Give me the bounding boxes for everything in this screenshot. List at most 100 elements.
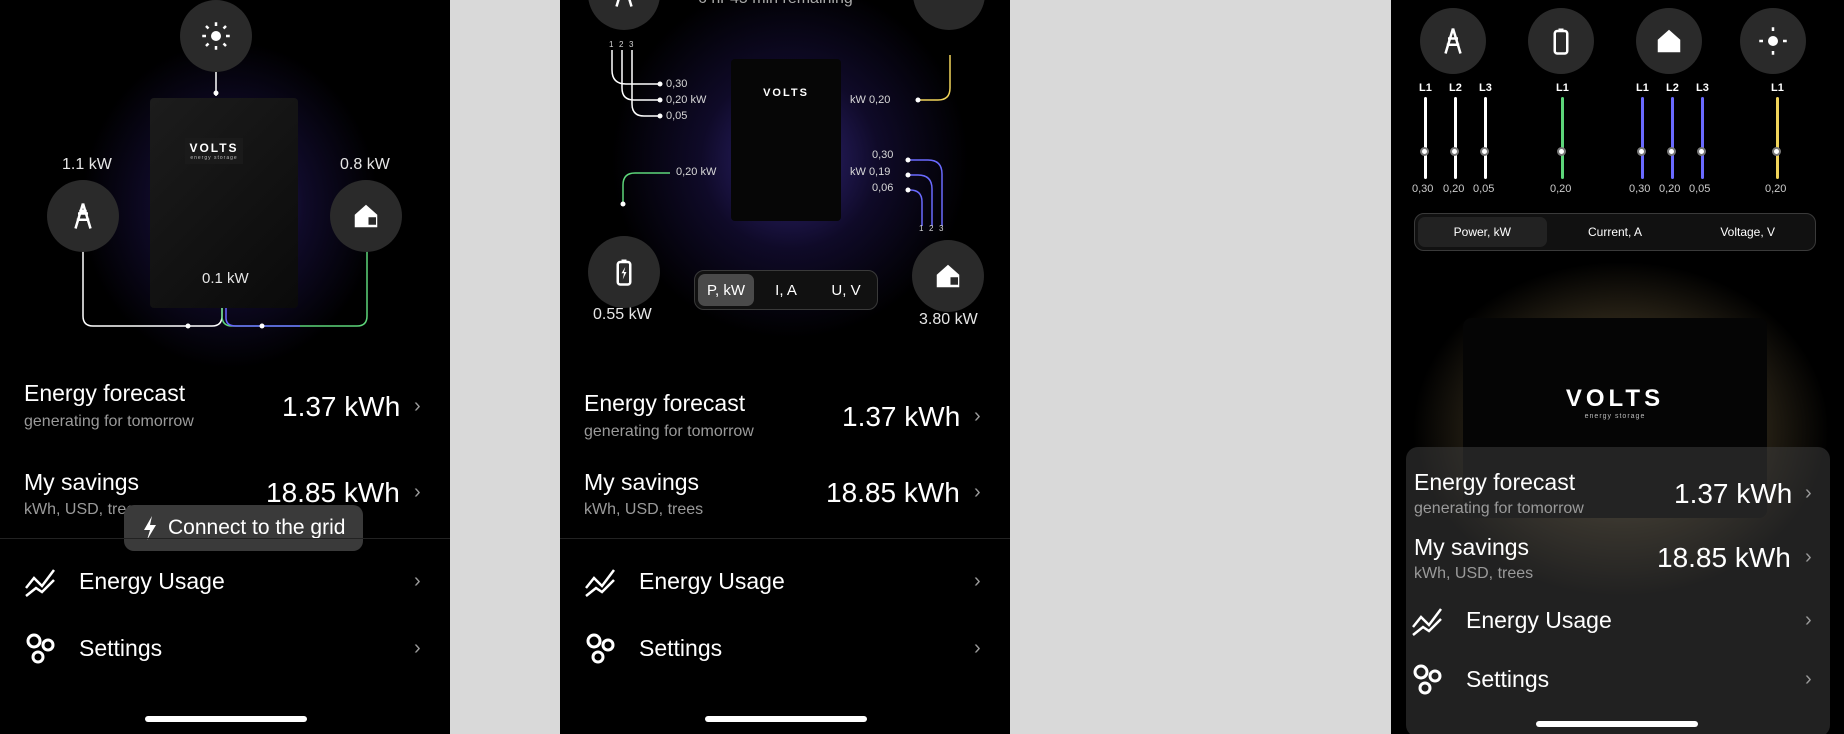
battery-power-label: 0.55 kW — [593, 306, 652, 323]
menu-energy-usage[interactable]: Energy Usage › — [0, 560, 450, 606]
phase-value: 0,05 — [1473, 183, 1495, 195]
phase-label: L1 — [1636, 82, 1649, 94]
home-phase-value: kW 0,19 — [850, 166, 891, 178]
grid-power-label: 1.1 kW — [62, 156, 112, 173]
device-power-label: 0.1 kW — [202, 270, 249, 287]
battery-device: VOLTS — [731, 59, 841, 221]
phase-slider-dot[interactable] — [1772, 147, 1781, 156]
phase-value: 0,20 — [1659, 183, 1681, 195]
forecast-subtitle: generating for tomorrow — [584, 423, 754, 440]
home-phase-value: 0,06 — [872, 182, 894, 194]
chevron-right-icon[interactable]: › — [974, 481, 981, 504]
forecast-value: 1.37 kWh — [282, 391, 401, 422]
phase-label: L3 — [1479, 82, 1492, 94]
home-indicator — [705, 716, 867, 722]
solar-value: kW 0,20 — [850, 94, 891, 106]
savings-value: 18.85 kWh — [826, 477, 960, 508]
divider — [560, 538, 1010, 539]
savings-subtitle: kWh, USD, trees — [1414, 565, 1534, 582]
menu-label: Energy Usage — [79, 568, 225, 594]
savings-title: My savings — [584, 469, 700, 495]
menu-energy-usage[interactable]: Energy Usage › — [560, 560, 1010, 606]
phase-value: 0,20 — [1443, 183, 1465, 195]
chart-icon — [25, 569, 55, 597]
phase-bar — [1454, 97, 1457, 179]
toast-label: Connect to the grid — [168, 516, 346, 539]
phase-number: 1 — [919, 224, 924, 233]
home-icon — [1657, 29, 1681, 53]
segment-voltage[interactable]: Voltage, V — [1683, 217, 1812, 247]
menu-energy-usage[interactable]: Energy Usage › — [1391, 601, 1844, 641]
chevron-right-icon[interactable]: › — [1805, 546, 1812, 569]
chevron-right-icon: › — [1805, 668, 1812, 690]
home-node[interactable] — [912, 240, 984, 312]
savings-title: My savings — [24, 469, 140, 495]
chevron-right-icon[interactable]: › — [1805, 482, 1812, 505]
phase-bar — [1424, 97, 1427, 179]
gears-icon — [586, 633, 615, 664]
phase-label: L1 — [1556, 82, 1569, 94]
chevron-right-icon[interactable]: › — [414, 481, 421, 504]
phase-number: 1 — [609, 40, 614, 49]
phase-slider-dot[interactable] — [1420, 147, 1429, 156]
grid-tower-icon — [74, 203, 92, 229]
gears-icon — [26, 633, 55, 664]
phase-bar — [1671, 97, 1674, 179]
menu-label: Settings — [639, 635, 723, 661]
grid-phase-value: 0,05 — [666, 110, 688, 122]
phase-bar — [1776, 97, 1779, 179]
phase-slider-dot[interactable] — [1637, 147, 1646, 156]
segment-power[interactable]: P, kW — [698, 274, 754, 306]
home-node[interactable] — [1636, 8, 1702, 74]
menu-settings[interactable]: Settings › — [1391, 660, 1844, 700]
phase-slider-dot[interactable] — [1480, 147, 1489, 156]
grid-node[interactable] — [47, 180, 119, 252]
segment-current[interactable]: Current, A — [1551, 217, 1680, 247]
phase-value: 0,05 — [1689, 183, 1711, 195]
battery-icon — [1553, 28, 1569, 55]
connect-grid-toast[interactable]: Connect to the grid — [124, 505, 364, 551]
battery-node[interactable] — [588, 236, 660, 308]
solar-node[interactable] — [180, 0, 252, 72]
home-power-label: 0.8 kW — [340, 156, 390, 173]
battery-icon — [616, 259, 632, 286]
phase-slider-dot[interactable] — [1667, 147, 1676, 156]
phase-number: 3 — [939, 224, 944, 233]
menu-label: Settings — [1466, 666, 1550, 692]
grid-node[interactable] — [1420, 8, 1486, 74]
home-node[interactable] — [330, 180, 402, 252]
phase-number: 2 — [929, 224, 934, 233]
grid-phase-value: 0,20 kW — [666, 94, 707, 106]
solar-node[interactable] — [1740, 8, 1806, 74]
phase-label: L1 — [1771, 82, 1784, 94]
unit-segmented-control[interactable]: P, kW I, A U, V — [694, 270, 878, 310]
menu-settings[interactable]: Settings › — [560, 627, 1010, 673]
home-indicator — [145, 716, 307, 722]
battery-node[interactable] — [1528, 8, 1594, 74]
divider — [0, 538, 450, 539]
sun-icon — [1759, 27, 1787, 55]
phase-value: 0,30 — [1412, 183, 1434, 195]
segment-voltage[interactable]: U, V — [818, 274, 874, 306]
segment-power[interactable]: Power, kW — [1418, 217, 1547, 247]
menu-label: Energy Usage — [1466, 607, 1612, 633]
unit-segmented-control[interactable]: Power, kW Current, A Voltage, V — [1414, 213, 1816, 251]
menu-settings[interactable]: Settings › — [0, 627, 450, 673]
phase-slider-dot[interactable] — [1557, 147, 1566, 156]
grid-tower-icon — [1444, 28, 1462, 54]
sun-icon — [202, 22, 230, 50]
chevron-right-icon[interactable]: › — [414, 395, 421, 418]
device-logo: VOLTS — [756, 84, 816, 102]
brand-text: VOLTS — [1565, 384, 1665, 412]
forecast-value: 1.37 kWh — [842, 401, 961, 432]
phase-value: 0,30 — [1629, 183, 1651, 195]
phase-value: 0,20 — [1765, 183, 1787, 195]
chevron-right-icon[interactable]: › — [974, 405, 981, 428]
segment-current[interactable]: I, A — [758, 274, 814, 306]
forecast-subtitle: generating for tomorrow — [24, 413, 194, 430]
chevron-right-icon: › — [1805, 609, 1812, 631]
phase-number: 2 — [619, 40, 624, 49]
phase-slider-dot[interactable] — [1450, 147, 1459, 156]
phase-bar — [1484, 97, 1487, 179]
phase-slider-dot[interactable] — [1697, 147, 1706, 156]
